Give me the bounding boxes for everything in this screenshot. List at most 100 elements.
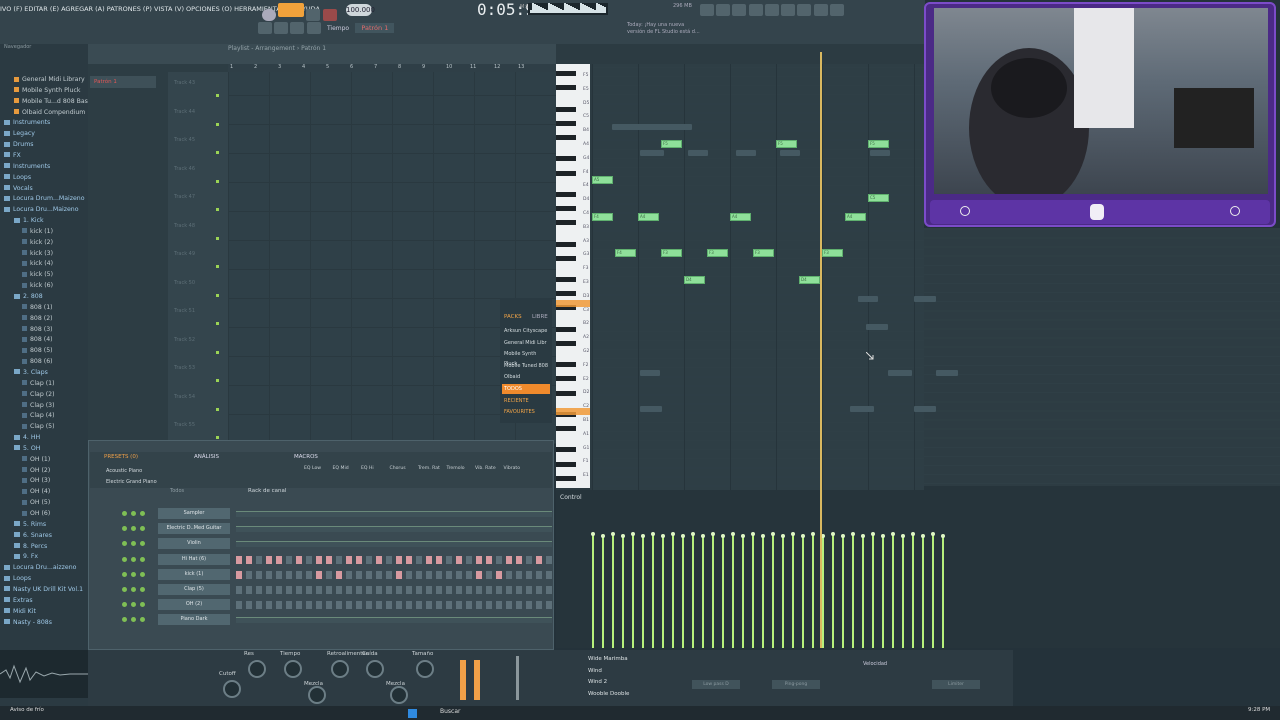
velocity-handle[interactable] xyxy=(751,532,755,536)
pencil-icon[interactable] xyxy=(258,22,272,34)
knob[interactable] xyxy=(331,660,349,678)
velocity-bar[interactable] xyxy=(682,536,684,648)
browser-item[interactable]: Loops xyxy=(4,573,31,584)
velocity-bar[interactable] xyxy=(642,536,644,648)
browser-item[interactable]: OH (4) xyxy=(22,486,50,497)
step-button[interactable] xyxy=(496,555,502,564)
step-button[interactable] xyxy=(386,601,392,610)
step-button[interactable] xyxy=(536,555,542,564)
step-button[interactable] xyxy=(436,586,442,594)
browser-item[interactable]: 808 (4) xyxy=(22,334,53,345)
step-button[interactable] xyxy=(526,601,532,610)
preset-item[interactable]: Arksun Cityscape xyxy=(502,326,550,336)
step-button[interactable] xyxy=(276,601,282,610)
channel-name-button[interactable]: kick (1) xyxy=(158,568,230,580)
track-activity-dot[interactable] xyxy=(216,293,219,297)
step-button[interactable] xyxy=(336,570,342,579)
step-button[interactable] xyxy=(376,601,382,610)
tempo-display[interactable]: 100.000 xyxy=(346,4,375,16)
velocity-handle[interactable] xyxy=(811,532,815,536)
velocity-handle[interactable] xyxy=(641,534,645,539)
velocity-handle[interactable] xyxy=(861,534,865,539)
channel-name-button[interactable]: Clap (5) xyxy=(158,584,230,595)
step-button[interactable] xyxy=(306,586,312,594)
macro-label[interactable]: EQ Mid xyxy=(333,466,349,471)
velocity-handle[interactable] xyxy=(891,532,895,536)
note[interactable]: F5 xyxy=(868,139,889,148)
track-activity-dot[interactable] xyxy=(216,122,219,126)
black-key[interactable] xyxy=(556,426,576,432)
plugin-button[interactable]: Low pass D xyxy=(692,680,740,689)
step-button[interactable] xyxy=(256,586,262,594)
step-button[interactable] xyxy=(396,570,402,579)
browser-item[interactable]: 808 (5) xyxy=(22,345,53,356)
step-button[interactable] xyxy=(266,555,272,564)
control-label[interactable]: Control xyxy=(560,494,582,501)
step-button[interactable] xyxy=(326,586,332,594)
black-key[interactable] xyxy=(556,340,576,346)
track-activity-dot[interactable] xyxy=(216,151,219,154)
step-button[interactable] xyxy=(496,601,502,610)
velocity-handle[interactable] xyxy=(881,534,885,539)
step-button[interactable] xyxy=(316,601,322,610)
rack-filter[interactable]: Todos xyxy=(170,488,184,494)
mute-icon[interactable] xyxy=(306,22,321,34)
weather-label[interactable]: Aviso de frío xyxy=(10,707,44,713)
step-button[interactable] xyxy=(456,601,462,610)
note[interactable]: F4 xyxy=(615,248,636,257)
browser-item[interactable]: FX xyxy=(4,150,21,161)
black-key[interactable] xyxy=(556,447,576,453)
knob[interactable] xyxy=(248,660,266,678)
step-button[interactable] xyxy=(356,601,362,610)
browser-item[interactable]: Drums xyxy=(4,139,33,150)
browser-item[interactable]: Instruments xyxy=(4,161,50,172)
metronome-icon[interactable] xyxy=(700,4,714,16)
step-button[interactable] xyxy=(286,586,292,594)
step-button[interactable] xyxy=(516,586,522,594)
velocity-bar[interactable] xyxy=(702,536,704,648)
step-button[interactable] xyxy=(506,601,512,610)
channel-led[interactable] xyxy=(140,571,145,577)
channel-name-button[interactable]: OH (2) xyxy=(158,599,230,611)
plugin-preset[interactable]: Wide Marimba xyxy=(588,656,628,662)
macro-label[interactable]: Tremolo xyxy=(447,466,465,471)
browser-item[interactable]: 8. Percs xyxy=(14,541,47,552)
level-fader[interactable] xyxy=(460,660,466,700)
black-key[interactable] xyxy=(556,71,576,77)
note[interactable]: F5 xyxy=(776,139,797,148)
note[interactable]: A4 xyxy=(638,212,659,221)
velocity-handle[interactable] xyxy=(691,532,695,536)
step-button[interactable] xyxy=(246,586,252,594)
knob[interactable] xyxy=(308,686,326,704)
step-button[interactable] xyxy=(236,555,242,564)
record-button[interactable] xyxy=(322,9,337,21)
note[interactable]: F5 xyxy=(661,139,682,148)
velocity-handle[interactable] xyxy=(781,534,785,539)
browser-item[interactable]: OH (2) xyxy=(22,465,50,476)
velocity-bar[interactable] xyxy=(832,534,834,648)
pattern-clip[interactable]: Patrón 1 xyxy=(90,76,156,88)
step-button[interactable] xyxy=(396,601,402,610)
step-button[interactable] xyxy=(346,586,352,594)
browser-item[interactable]: kick (2) xyxy=(22,237,53,248)
velocity-handle[interactable] xyxy=(671,532,675,536)
knob[interactable] xyxy=(284,660,302,678)
velocity-handle[interactable] xyxy=(921,534,925,539)
step-button[interactable] xyxy=(466,555,472,564)
velocity-bar[interactable] xyxy=(722,536,724,648)
step-button[interactable] xyxy=(286,601,292,610)
brush-icon[interactable] xyxy=(274,22,289,34)
step-button[interactable] xyxy=(426,601,432,610)
step-button[interactable] xyxy=(286,555,292,564)
step-button[interactable] xyxy=(546,601,552,610)
track-label[interactable]: Track 44 xyxy=(174,109,195,115)
black-key[interactable] xyxy=(556,170,576,176)
velocity-handle[interactable] xyxy=(721,534,725,539)
browser-item[interactable]: Locura Drum...Maizeno xyxy=(4,193,85,204)
plugin-button[interactable]: Ping-pong xyxy=(772,680,820,689)
browser-item[interactable]: Locura Dru...Maizeno xyxy=(4,204,79,215)
step-button[interactable] xyxy=(466,586,472,594)
plugin-preset[interactable]: Wind xyxy=(588,668,602,674)
step-button[interactable] xyxy=(496,570,502,579)
velocity-handle[interactable] xyxy=(731,532,735,536)
